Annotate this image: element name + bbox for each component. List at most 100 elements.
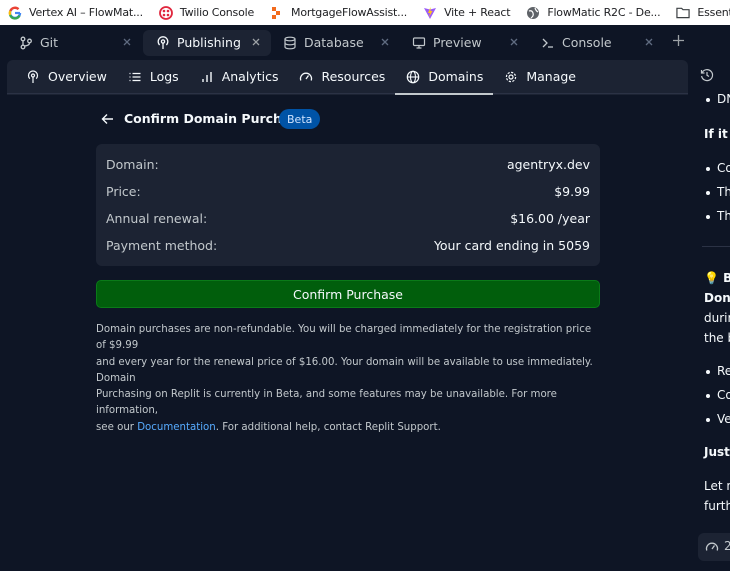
assistant-text: DN xyxy=(717,92,730,106)
summary-key: Payment method: xyxy=(106,237,218,253)
assistant-text: Re xyxy=(717,364,730,378)
summary-key: Annual renewal: xyxy=(106,210,208,226)
list-icon xyxy=(127,69,143,85)
globe-icon xyxy=(526,6,540,20)
assistant-text: 💡 B xyxy=(704,271,730,285)
bookmark-label: Vertex AI – FlowMat... xyxy=(29,6,143,19)
bookmark-label: MortgageFlowAssist... xyxy=(291,6,408,19)
disclaimer-line: Domain purchases are non-refundable. You… xyxy=(96,324,592,352)
bullet xyxy=(706,418,710,422)
subnav-resources[interactable]: Resources xyxy=(288,60,395,94)
documentation-link[interactable]: Documentation xyxy=(137,422,216,433)
google-icon xyxy=(8,6,22,20)
folder-icon xyxy=(676,6,691,20)
close-icon[interactable] xyxy=(642,35,656,49)
subnav-label: Logs xyxy=(149,69,179,84)
subnav-logs[interactable]: Logs xyxy=(117,60,189,94)
bookmark-label: Vite + React xyxy=(444,6,511,19)
summary-row-renewal: Annual renewal: $16.00 /year xyxy=(106,209,590,227)
plus-icon xyxy=(672,32,685,51)
close-icon[interactable] xyxy=(120,35,134,49)
assistant-text: If it s xyxy=(704,127,730,141)
assistant-panel: DN If it s Co Th Th 💡 B Don' durir the b… xyxy=(692,60,730,571)
close-icon[interactable] xyxy=(378,35,392,49)
subnav-manage[interactable]: Manage xyxy=(493,60,586,94)
publishing-subnav: Overview Logs Analytics Resources Domain… xyxy=(7,60,688,95)
monitor-icon xyxy=(411,35,427,51)
subnav-label: Manage xyxy=(526,69,576,84)
tab-label: Git xyxy=(40,35,59,50)
vite-icon xyxy=(423,6,437,20)
gear-icon xyxy=(503,69,519,85)
assistant-footer-text: 2 xyxy=(724,539,730,553)
assistant-text: the b xyxy=(704,331,730,345)
summary-value: Your card ending in 5059 xyxy=(433,237,590,253)
purchase-disclaimer: Domain purchases are non-refundable. You… xyxy=(96,322,601,436)
close-icon[interactable] xyxy=(507,35,521,49)
tab-console[interactable]: Console xyxy=(528,30,664,56)
arrow-left-icon xyxy=(101,110,114,129)
assistant-text: durir xyxy=(704,311,730,325)
tab-git[interactable]: Git xyxy=(6,30,142,56)
assistant-text: Don' xyxy=(704,291,730,305)
tab-publishing[interactable]: Publishing xyxy=(143,29,271,56)
gauge-icon xyxy=(298,69,314,85)
add-tab-button[interactable] xyxy=(668,31,688,51)
database-icon xyxy=(282,35,298,51)
tab-label: Database xyxy=(304,35,364,50)
divider xyxy=(702,246,730,247)
tab-preview[interactable]: Preview xyxy=(399,30,529,56)
tab-label: Preview xyxy=(433,35,482,50)
bar-chart-icon xyxy=(199,69,215,85)
assistant-text: Th xyxy=(717,209,730,223)
tab-database[interactable]: Database xyxy=(270,30,400,56)
summary-row-payment: Payment method: Your card ending in 5059 xyxy=(106,236,590,254)
beta-badge: Beta xyxy=(279,109,321,129)
assistant-text: Co xyxy=(717,388,730,402)
git-icon xyxy=(18,35,34,51)
subnav-label: Resources xyxy=(321,69,386,84)
antenna-icon xyxy=(25,69,41,85)
assistant-text: Ve xyxy=(717,412,730,426)
disclaimer-line: see our Documentation. For additional he… xyxy=(96,420,601,436)
bullet xyxy=(706,191,710,195)
bookmark-folder-essential-tools[interactable]: Essential Tools 2025 xyxy=(668,6,730,20)
bookmark-label: Twilio Console xyxy=(179,6,255,19)
bullet xyxy=(706,167,710,171)
assistant-text: Just xyxy=(704,445,730,459)
subnav-overview[interactable]: Overview xyxy=(15,60,117,94)
back-button[interactable] xyxy=(99,111,115,127)
bullet xyxy=(706,215,710,219)
purchase-summary-card: Domain: agentryx.dev Price: $9.99 Annual… xyxy=(96,144,600,266)
bullet xyxy=(706,370,710,374)
close-icon[interactable] xyxy=(249,35,263,49)
publishing-icon xyxy=(155,35,171,51)
history-icon[interactable] xyxy=(700,68,716,84)
bullet xyxy=(706,394,710,398)
disclaimer-text: see our xyxy=(96,421,138,433)
bookmark-label: FlowMatic R2C - De... xyxy=(547,6,661,19)
tab-label: Console xyxy=(562,35,612,50)
bookmark-vertex-ai[interactable]: Vertex AI – FlowMat... xyxy=(0,6,151,20)
workspace-tab-bar: Git Publishing Database Preview Console xyxy=(0,25,692,60)
subnav-analytics[interactable]: Analytics xyxy=(189,60,289,94)
bookmark-twilio[interactable]: Twilio Console xyxy=(151,5,262,20)
disclaimer-line: and every year for the renewal price of … xyxy=(96,356,593,384)
summary-value: $9.99 xyxy=(554,183,590,199)
summary-value: agentryx.dev xyxy=(506,156,590,172)
summary-value: $16.00 /year xyxy=(510,210,590,226)
assistant-text: Let n xyxy=(704,479,730,493)
gauge-icon xyxy=(705,540,719,557)
summary-key: Price: xyxy=(106,183,141,199)
assistant-footer: 2 xyxy=(698,533,730,561)
bookmark-vite[interactable]: Vite + React xyxy=(415,6,518,20)
globe-icon xyxy=(405,69,421,85)
bullet xyxy=(706,98,710,102)
confirm-purchase-button[interactable]: Confirm Purchase xyxy=(96,280,600,308)
bookmark-mortgageflow[interactable]: MortgageFlowAssist... xyxy=(262,6,415,20)
summary-row-price: Price: $9.99 xyxy=(106,182,590,200)
subnav-domains[interactable]: Domains xyxy=(395,60,494,95)
subnav-label: Domains xyxy=(428,69,484,84)
bookmark-label: Essential Tools 2025 xyxy=(697,6,730,19)
bookmark-flowmatic[interactable]: FlowMatic R2C - De... xyxy=(518,6,668,20)
